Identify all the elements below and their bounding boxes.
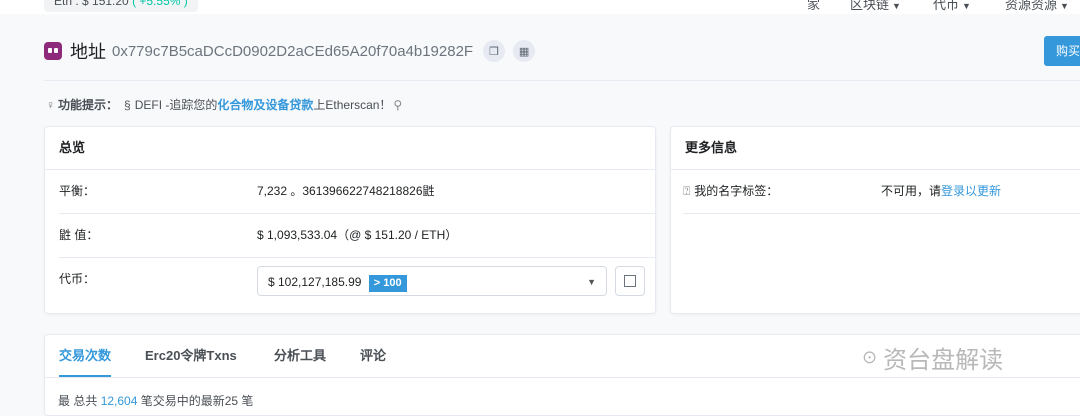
tip-prefix: 功能提示： [58, 98, 119, 112]
buy-button[interactable]: 购买 [1044, 36, 1080, 66]
tab-comments[interactable]: 评论 [360, 335, 386, 377]
eth-value-value: $ 1,093,533.04（@ $ 151.20 / ETH） [257, 228, 458, 242]
nav-blockchain[interactable]: 区块链 ▼ [850, 0, 901, 13]
divider [44, 80, 1080, 81]
tab-transactions[interactable]: 交易次数 [59, 335, 112, 377]
summary-text-1: 最 总共 [58, 394, 98, 408]
chevron-down-icon: ▼ [892, 1, 901, 11]
balance-value: 7,232 。361396622748218826鼪 [257, 184, 435, 198]
eth-price: Eth : $ 151.20 [54, 0, 129, 8]
tip-text-2: 上Etherscan！ [313, 98, 392, 112]
token-holdings-dropdown[interactable]: $ 102,127,185.99 > 100 ▼ [257, 266, 607, 296]
name-tag-label: 我的名字标签： [694, 184, 779, 198]
token-value: $ 102,127,185.99 [268, 275, 362, 289]
page-title: 地址 0x779c7B5caDCcD0902D2aCEd65A20f70a4b1… [44, 38, 543, 64]
defi-icon: § [124, 97, 131, 112]
token-count-badge: > 100 [368, 275, 407, 292]
nav-tokens[interactable]: 代币 ▼ [933, 0, 971, 13]
feature-tip: ♀ 功能提示： § DEFI -追踪您的 化合物及设备贷款 上Etherscan… [46, 96, 402, 113]
balance-label: 平衡： [59, 184, 96, 198]
watermark: ⊙ 资台盘解读 [862, 340, 1003, 375]
tip-link[interactable]: 化合物及设备贷款 [217, 96, 313, 113]
lightbulb-icon: ♀ [46, 97, 55, 112]
overview-card: 总览 平衡： 7,232 。361396622748218826鼪 鼪 值： $… [44, 126, 656, 314]
eth-price-pill: Eth : $ 151.20 ( +5.55% ) [44, 0, 198, 12]
token-row: 代币： $ 102,127,185.99 > 100 ▼ [59, 258, 655, 301]
title-label: 地址 [70, 42, 106, 62]
name-tag-row: ⍰ 我的名字标签： 不可用，请登录以更新 [683, 170, 1080, 214]
address-avatar-icon [44, 42, 62, 60]
qr-code-icon[interactable]: ▦ [513, 40, 536, 62]
tip-text-1: DEFI -追踪您的 [134, 98, 218, 112]
tab-erc20-token-txns[interactable]: Erc20令牌Txns [145, 335, 237, 377]
copy-icon[interactable]: ❐ [483, 40, 506, 62]
eth-value-label: 鼪 值： [59, 228, 99, 242]
balance-row: 平衡： 7,232 。361396622748218826鼪 [59, 170, 655, 214]
name-tag-label-wrap: ⍰ 我的名字标签： [683, 170, 778, 213]
nav-resources[interactable]: 资源资源 ▼ [1005, 0, 1069, 13]
overview-title: 总览 [45, 127, 655, 170]
search-icon[interactable]: ⚲ [393, 98, 402, 112]
expand-icon-corner [630, 281, 636, 287]
expand-button[interactable] [615, 266, 645, 296]
more-info-card: 更多信息 ⍰ 我的名字标签： 不可用，请登录以更新 [670, 126, 1080, 314]
tab-analytics[interactable]: 分析工具 [274, 335, 326, 377]
more-info-title: 更多信息 [671, 127, 1080, 170]
login-to-update-link[interactable]: 登录以更新 [941, 184, 1001, 198]
chevron-down-icon: ▼ [587, 277, 596, 287]
summary-count-link[interactable]: 12,604 [101, 394, 138, 408]
name-tag-text: 不可用，请 [881, 184, 942, 198]
chevron-down-icon: ▼ [1060, 1, 1069, 11]
address-hash: 0x779c7B5caDCcD0902D2aCEd65A20f70a4b1928… [112, 42, 474, 60]
chevron-down-icon: ▼ [962, 1, 971, 11]
watermark-text: 资台盘解读 [883, 348, 1004, 374]
wechat-icon: ⊙ [862, 347, 878, 367]
top-bar: Eth : $ 151.20 ( +5.55% ) 家 区块链 ▼ 代币 ▼ 资源资… [0, 0, 1080, 14]
name-tag-value: 不可用，请登录以更新 [881, 170, 1001, 213]
token-label: 代币： [59, 272, 96, 286]
eth-price-change: ( +5.55% ) [132, 0, 188, 8]
summary-text-2: 笔交易中的最新25 笔 [140, 394, 254, 408]
nav-home[interactable]: 家 [807, 0, 820, 13]
eth-value-row: 鼪 值： $ 1,093,533.04（@ $ 151.20 / ETH） [59, 214, 655, 258]
help-icon: ⍰ [683, 184, 691, 198]
